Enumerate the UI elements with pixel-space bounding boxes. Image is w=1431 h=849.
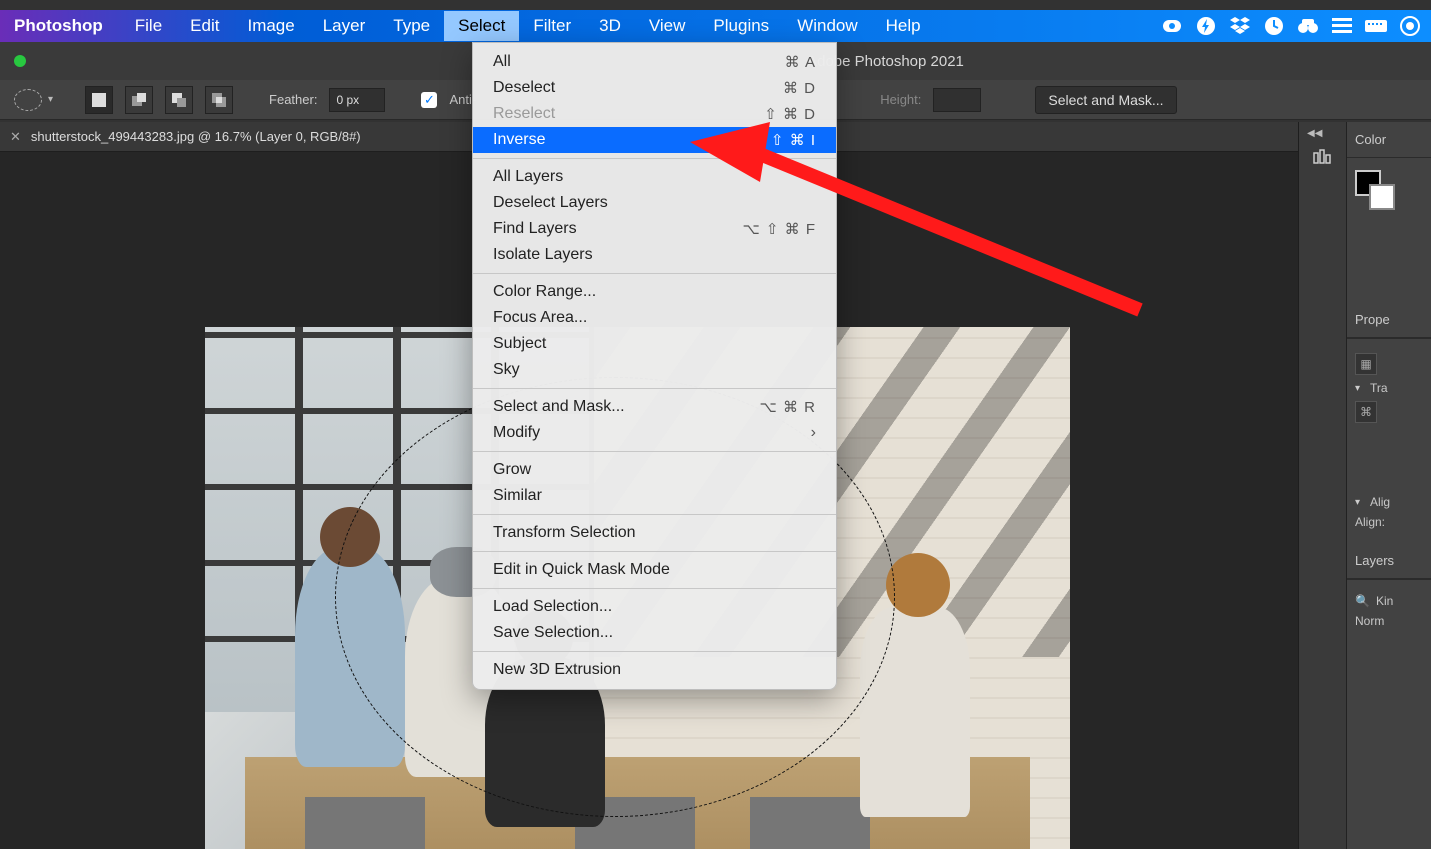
menu-item-all[interactable]: All⌘ A [473, 49, 836, 75]
panel-dock: ◀◀ [1299, 122, 1347, 849]
menu-item-load-selection[interactable]: Load Selection... [473, 594, 836, 620]
menu-item-reselect: Reselect⇧ ⌘ D [473, 101, 836, 127]
menu-item-deselect-layers[interactable]: Deselect Layers [473, 190, 836, 216]
menu-item-deselect[interactable]: Deselect⌘ D [473, 75, 836, 101]
traffic-lights[interactable] [14, 55, 26, 67]
image-region-laptop [750, 797, 870, 849]
align-label: Align: [1355, 515, 1385, 529]
clock-icon[interactable] [1263, 15, 1285, 37]
menu-edit[interactable]: Edit [176, 11, 233, 41]
menu-item-subject[interactable]: Subject [473, 331, 836, 357]
feather-input[interactable] [329, 88, 385, 112]
selection-subtract-icon[interactable] [165, 86, 193, 114]
height-label: Height: [880, 92, 921, 107]
panel-properties[interactable]: Prope [1347, 302, 1431, 338]
panel-layers[interactable]: Layers [1347, 543, 1431, 579]
mac-menubar: Photoshop File Edit Image Layer Type Sel… [0, 10, 1431, 42]
antialias-checkbox[interactable]: ✓ [421, 92, 437, 108]
selection-add-icon[interactable] [125, 86, 153, 114]
menu-icon[interactable] [1331, 15, 1353, 37]
menu-select[interactable]: Select [444, 11, 519, 41]
traffic-green[interactable] [14, 55, 26, 67]
menu-item-focus-area[interactable]: Focus Area... [473, 305, 836, 331]
blend-mode-label[interactable]: Norm [1355, 614, 1384, 628]
status-icons [1161, 15, 1421, 37]
menu-item-modify[interactable]: Modify› [473, 420, 836, 446]
bolt-icon[interactable] [1195, 15, 1217, 37]
selection-intersect-icon[interactable] [205, 86, 233, 114]
menu-item-color-range[interactable]: Color Range... [473, 279, 836, 305]
menu-view[interactable]: View [635, 11, 700, 41]
menu-filter[interactable]: Filter [519, 11, 585, 41]
menu-window[interactable]: Window [783, 11, 871, 41]
collapse-chevron-icon[interactable]: ◀◀ [1307, 128, 1322, 139]
chevron-right-icon: › [811, 424, 816, 442]
menu-item-sky[interactable]: Sky [473, 357, 836, 383]
transform-section-label[interactable]: Tra [1370, 381, 1388, 395]
select-and-mask-button[interactable]: Select and Mask... [1035, 86, 1176, 114]
binoculars-icon[interactable] [1297, 15, 1319, 37]
menu-item-all-layers[interactable]: All Layers [473, 164, 836, 190]
image-region-person-head [886, 553, 950, 617]
menu-item-quick-mask[interactable]: Edit in Quick Mask Mode [473, 557, 836, 583]
pixel-layer-icon: ▦ [1355, 353, 1377, 375]
dropbox-icon[interactable] [1229, 15, 1251, 37]
layer-filter-kind-icon[interactable]: 🔍 [1355, 594, 1370, 608]
panel-color[interactable]: Color [1347, 122, 1431, 158]
menu-item-select-and-mask[interactable]: Select and Mask...⌥ ⌘ R [473, 394, 836, 420]
keyboard-icon[interactable] [1365, 15, 1387, 37]
menu-layer[interactable]: Layer [309, 11, 380, 41]
zoom-icon[interactable] [1161, 15, 1183, 37]
feather-label: Feather: [269, 92, 317, 107]
menu-plugins[interactable]: Plugins [699, 11, 783, 41]
app-name: Photoshop [14, 16, 103, 36]
document-tab-name[interactable]: shutterstock_499443283.jpg @ 16.7% (Laye… [31, 129, 361, 144]
chevron-down-icon[interactable]: ▾ [1355, 497, 1360, 508]
select-menu-dropdown: All⌘ A Deselect⌘ D Reselect⇧ ⌘ D Inverse… [472, 42, 837, 690]
layer-kind-label[interactable]: Kin [1376, 594, 1393, 608]
panel-stack: Color Prope ▦ ▾ Tra ⌘ ▾ Alig Align: Layers… [1347, 122, 1431, 849]
link-icon[interactable]: ⌘ [1355, 401, 1377, 423]
chevron-down-icon[interactable]: ▾ [1355, 383, 1360, 394]
height-input[interactable] [933, 88, 981, 112]
onepass-icon[interactable] [1399, 15, 1421, 37]
close-tab-icon[interactable]: ✕ [10, 129, 21, 145]
menu-item-isolate-layers[interactable]: Isolate Layers [473, 242, 836, 268]
menu-image[interactable]: Image [233, 11, 308, 41]
tool-preset-dropdown-icon[interactable]: ▾ [48, 94, 53, 105]
background-color-swatch[interactable] [1369, 184, 1395, 210]
menu-type[interactable]: Type [379, 11, 444, 41]
menu-item-grow[interactable]: Grow [473, 457, 836, 483]
menu-help[interactable]: Help [872, 11, 935, 41]
selection-new-icon[interactable] [85, 86, 113, 114]
menu-item-transform-selection[interactable]: Transform Selection [473, 520, 836, 546]
marquee-tool-icon[interactable] [14, 89, 42, 111]
menu-item-inverse[interactable]: Inverse⇧ ⌘ I [473, 127, 836, 153]
menu-file[interactable]: File [121, 11, 176, 41]
menu-item-new-3d-extrusion[interactable]: New 3D Extrusion [473, 657, 836, 683]
dock-icon-slot[interactable] [1309, 146, 1337, 168]
right-panel-column: ◀◀ Color Prope ▦ ▾ Tra ⌘ ▾ Alig Align: Lay… [1298, 122, 1431, 849]
align-section-label[interactable]: Alig [1370, 495, 1390, 509]
menu-item-find-layers[interactable]: Find Layers⌥ ⇧ ⌘ F [473, 216, 836, 242]
menu-item-similar[interactable]: Similar [473, 483, 836, 509]
menu-item-save-selection[interactable]: Save Selection... [473, 620, 836, 646]
menu-3d[interactable]: 3D [585, 11, 635, 41]
color-swatches[interactable] [1355, 170, 1395, 210]
